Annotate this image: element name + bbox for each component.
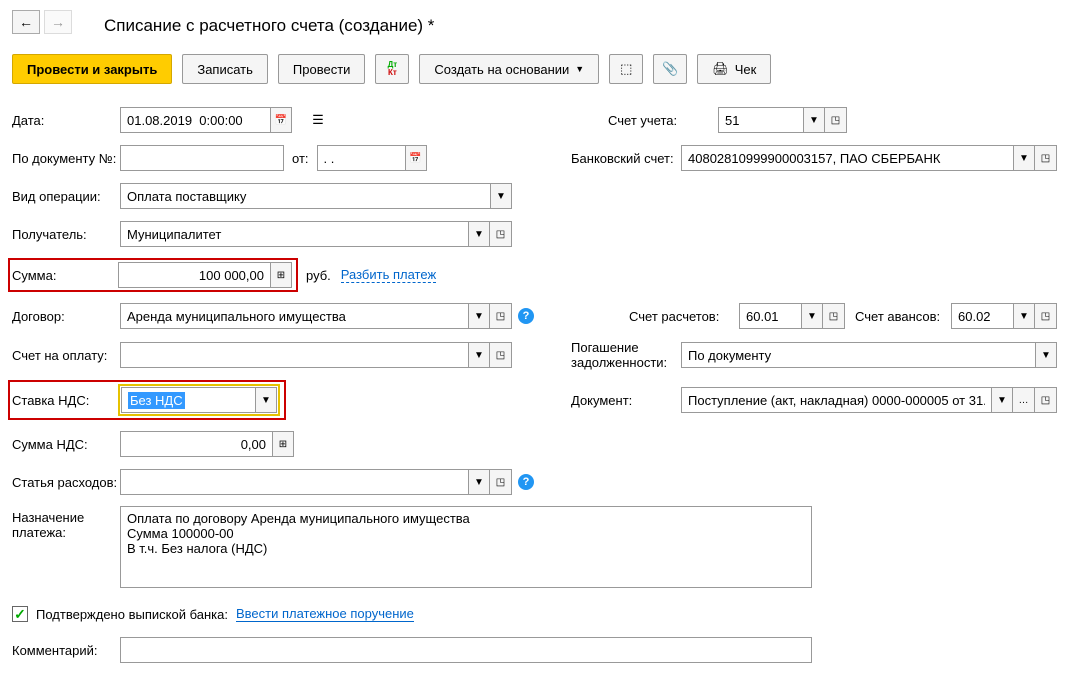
doc-number-label: По документу №: xyxy=(12,151,120,166)
operation-type-input[interactable] xyxy=(120,183,490,209)
debt-repayment-input[interactable] xyxy=(681,342,1035,368)
purpose-textarea[interactable] xyxy=(120,506,812,588)
invoice-input[interactable] xyxy=(120,342,468,368)
recipient-label: Получатель: xyxy=(12,227,120,242)
vat-rate-value: Без НДС xyxy=(128,392,185,409)
doc-number-input[interactable] xyxy=(120,145,284,171)
date-input[interactable] xyxy=(120,107,270,133)
printer-icon: 🖨 xyxy=(712,61,729,77)
calculator-icon[interactable]: ⊞ xyxy=(270,262,292,288)
open-icon[interactable]: ◳ xyxy=(490,221,512,247)
more-icon[interactable]: … xyxy=(1013,387,1035,413)
expense-item-label: Статья расходов: xyxy=(12,475,120,490)
help-icon[interactable]: ? xyxy=(518,308,534,324)
toolbar: Провести и закрыть Записать Провести ДтК… xyxy=(12,54,1057,84)
enter-payment-order-link[interactable]: Ввести платежное поручение xyxy=(236,606,414,622)
open-icon[interactable]: ◳ xyxy=(823,303,845,329)
advance-account-label: Счет авансов: xyxy=(855,309,951,324)
post-and-close-button[interactable]: Провести и закрыть xyxy=(12,54,172,84)
dropdown-icon[interactable]: ▼ xyxy=(468,342,490,368)
open-icon[interactable]: ◳ xyxy=(825,107,847,133)
create-based-on-button[interactable]: Создать на основании ▼ xyxy=(419,54,599,84)
document-input[interactable] xyxy=(681,387,991,413)
dropdown-icon[interactable]: ▼ xyxy=(255,387,277,413)
comment-input[interactable] xyxy=(120,637,812,663)
dropdown-icon[interactable]: ▼ xyxy=(468,303,490,329)
calendar-icon[interactable]: 📅 xyxy=(405,145,427,171)
dropdown-icon[interactable]: ▼ xyxy=(1013,303,1035,329)
vat-rate-label: Ставка НДС: xyxy=(12,393,118,408)
bank-account-label: Банковский счет: xyxy=(571,151,681,166)
create-based-on-label: Создать на основании xyxy=(434,62,569,77)
write-button[interactable]: Записать xyxy=(182,54,268,84)
settlement-account-label: Счет расчетов: xyxy=(629,309,739,324)
from-label: от: xyxy=(292,151,309,166)
check-button[interactable]: 🖨 Чек xyxy=(697,54,771,84)
purpose-label: Назначение платежа: xyxy=(12,506,120,540)
vat-sum-input[interactable] xyxy=(120,431,272,457)
confirmed-checkbox[interactable]: ✓ xyxy=(12,606,28,622)
dropdown-icon[interactable]: ▼ xyxy=(1035,342,1057,368)
open-icon[interactable]: ◳ xyxy=(1035,145,1057,171)
vat-sum-label: Сумма НДС: xyxy=(12,437,120,452)
recipient-input[interactable] xyxy=(120,221,468,247)
list-icon[interactable]: ☰ xyxy=(304,110,332,130)
nav-forward-button[interactable]: → xyxy=(44,10,72,34)
attach-button[interactable]: 📎 xyxy=(653,54,687,84)
calculator-icon[interactable]: ⊞ xyxy=(272,431,294,457)
currency-label: руб. xyxy=(306,268,331,283)
confirmed-label: Подтверждено выпиской банка: xyxy=(36,607,228,622)
nav-back-button[interactable]: ← xyxy=(12,10,40,34)
contract-label: Договор: xyxy=(12,309,120,324)
check-label: Чек xyxy=(735,62,757,77)
sum-input[interactable] xyxy=(118,262,270,288)
vat-rate-input[interactable]: Без НДС xyxy=(121,387,255,413)
date-label: Дата: xyxy=(12,113,120,128)
dropdown-icon[interactable]: ▼ xyxy=(468,469,490,495)
expense-item-input[interactable] xyxy=(120,469,468,495)
dropdown-icon[interactable]: ▼ xyxy=(803,107,825,133)
dropdown-icon[interactable]: ▼ xyxy=(801,303,823,329)
open-icon[interactable]: ◳ xyxy=(1035,303,1057,329)
operation-type-label: Вид операции: xyxy=(12,189,120,204)
split-payment-link[interactable]: Разбить платеж xyxy=(341,267,436,283)
account-input[interactable] xyxy=(718,107,803,133)
open-icon[interactable]: ◳ xyxy=(490,342,512,368)
bank-account-input[interactable] xyxy=(681,145,1013,171)
invoice-label: Счет на оплату: xyxy=(12,348,120,363)
advance-account-input[interactable] xyxy=(951,303,1013,329)
open-icon[interactable]: ◳ xyxy=(1035,387,1057,413)
debt-repayment-label: Погашение задолженности: xyxy=(571,340,681,370)
sum-label: Сумма: xyxy=(12,268,118,283)
post-button[interactable]: Провести xyxy=(278,54,366,84)
dtkt-icon: ДтКт xyxy=(388,61,398,77)
open-icon[interactable]: ◳ xyxy=(490,303,512,329)
dropdown-icon[interactable]: ▼ xyxy=(468,221,490,247)
calendar-icon[interactable]: 📅 xyxy=(270,107,292,133)
dropdown-icon[interactable]: ▼ xyxy=(1013,145,1035,171)
comment-label: Комментарий: xyxy=(12,643,120,658)
dropdown-icon[interactable]: ▼ xyxy=(490,183,512,209)
page-title: Списание с расчетного счета (создание) * xyxy=(104,16,1057,36)
settlement-account-input[interactable] xyxy=(739,303,801,329)
document-label: Документ: xyxy=(571,393,681,408)
contract-input[interactable] xyxy=(120,303,468,329)
dropdown-icon[interactable]: ▼ xyxy=(991,387,1013,413)
dtkt-button[interactable]: ДтКт xyxy=(375,54,409,84)
structure-button[interactable]: ⬚ xyxy=(609,54,643,84)
account-label: Счет учета: xyxy=(608,113,718,128)
open-icon[interactable]: ◳ xyxy=(490,469,512,495)
from-date-input[interactable] xyxy=(317,145,405,171)
help-icon[interactable]: ? xyxy=(518,474,534,490)
